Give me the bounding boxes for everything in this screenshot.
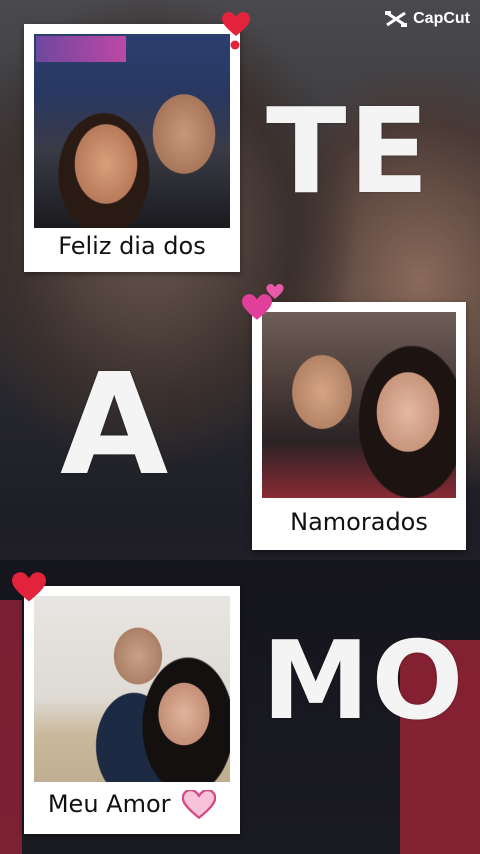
- couple-photo-1: [34, 34, 230, 228]
- heart-icon: [222, 12, 250, 36]
- photo-banner: [36, 36, 126, 62]
- caption-photo-3: Meu Amor: [24, 788, 240, 820]
- heart-outline-icon: [181, 788, 217, 820]
- couple-photo-3: [34, 596, 230, 782]
- caption-photo-2: Namorados: [290, 508, 428, 536]
- big-word-mo-text: MO: [262, 619, 466, 744]
- couple-photo-2: [262, 312, 456, 498]
- polaroid-photo-3: Meu Amor: [24, 586, 240, 834]
- video-frame: CapCut TE A MO Feliz dia dos Namorados M…: [0, 0, 480, 854]
- capcut-watermark: CapCut: [385, 10, 470, 28]
- capcut-wordmark: CapCut: [413, 10, 470, 27]
- big-word-mo: MO: [262, 628, 465, 736]
- polaroid-photo-2: Namorados: [252, 302, 466, 550]
- capcut-logo-icon: [385, 11, 408, 27]
- big-word-te-text: TE: [266, 82, 432, 220]
- big-word-a: A: [60, 356, 168, 496]
- caption-photo-1: Feliz dia dos: [58, 232, 206, 260]
- pink-heart-icon-small: [266, 284, 284, 299]
- background-red-fabric-left: [0, 600, 22, 854]
- caption-photo-3-text: Meu Amor: [47, 790, 171, 818]
- polaroid-photo-1: Feliz dia dos: [24, 24, 240, 272]
- big-word-a-text: A: [60, 344, 169, 507]
- big-word-te: TE: [266, 92, 431, 210]
- heart-icon-bottom: [12, 572, 46, 602]
- heart-icon-small: [230, 40, 240, 50]
